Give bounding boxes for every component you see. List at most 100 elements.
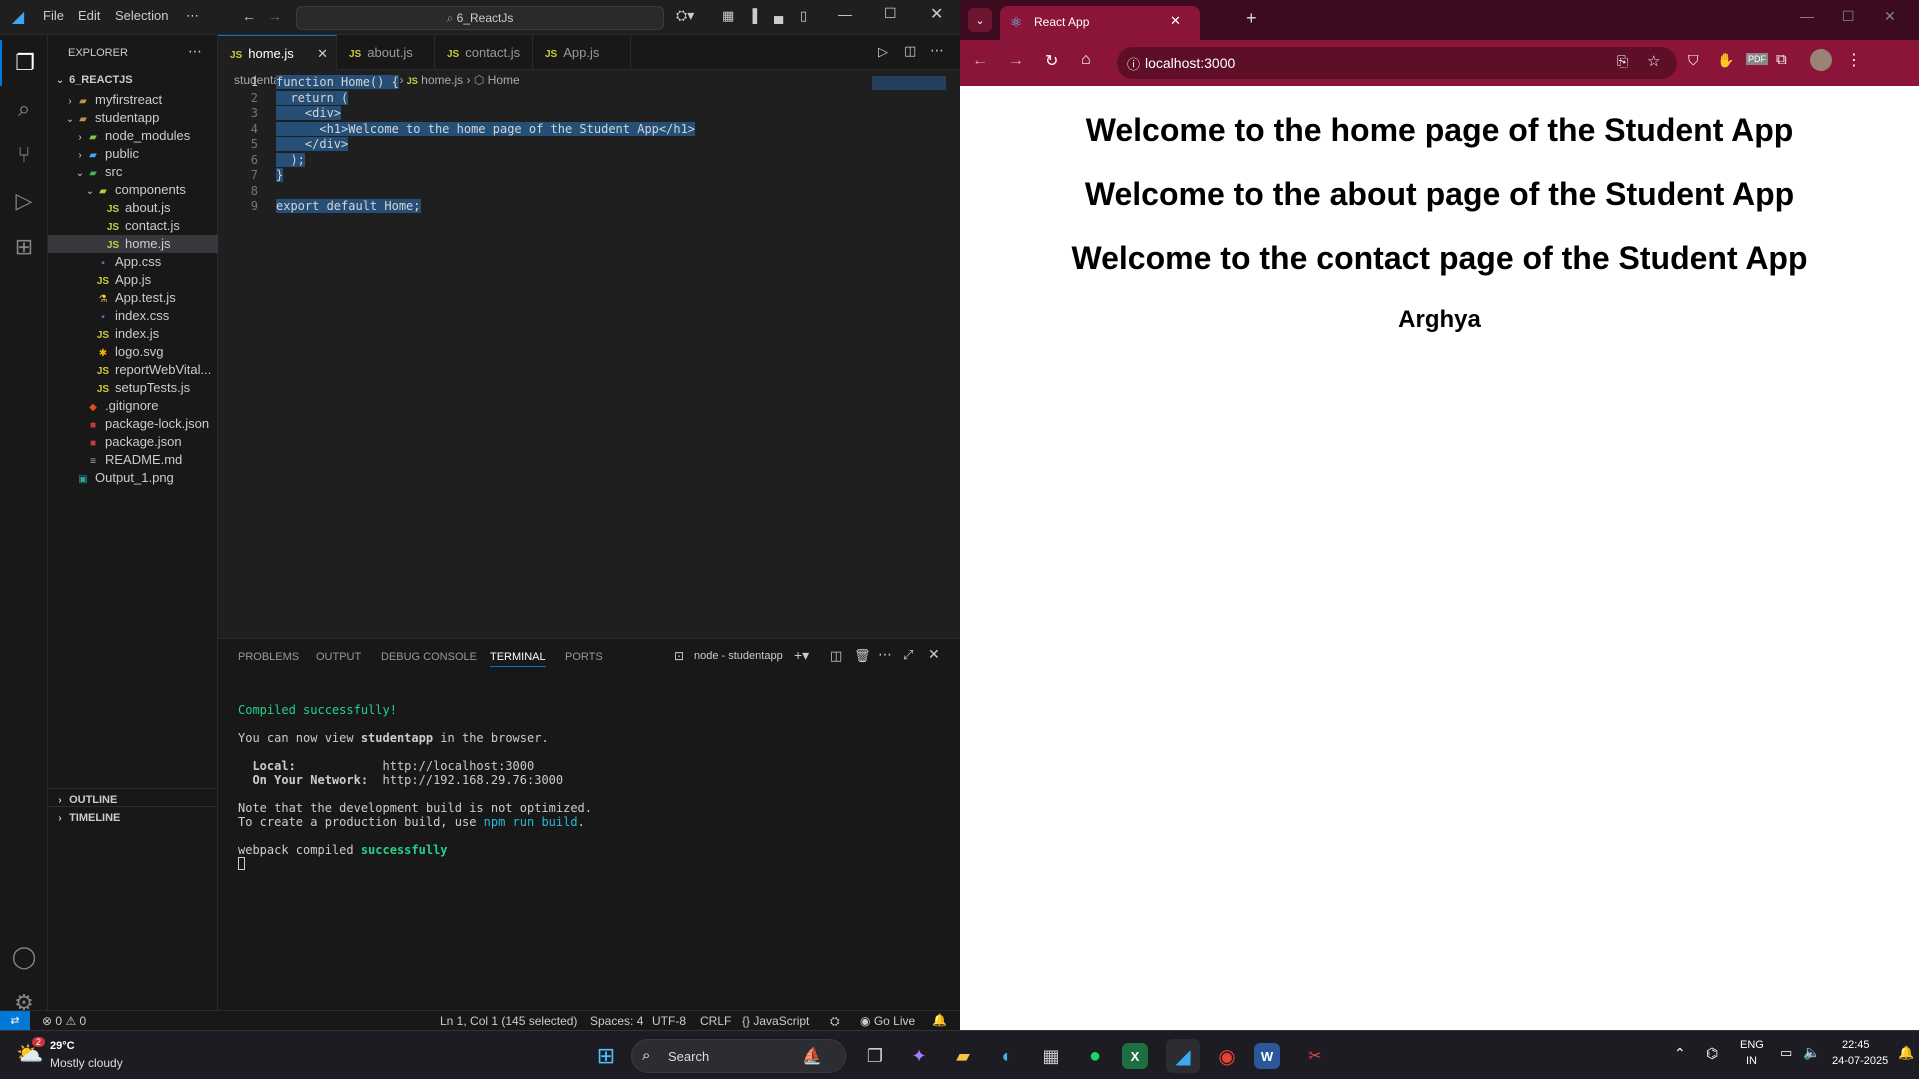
encoding[interactable]: UTF-8 [652,1014,686,1028]
split-editor-icon[interactable]: ◫ [904,43,916,59]
back-arrow-icon[interactable]: ← [972,52,988,70]
toggle-secondary-sidebar-icon[interactable]: ▯ [800,8,807,24]
explorer-more-icon[interactable]: ⋯ [188,43,202,60]
reload-icon[interactable]: ↻ [1045,51,1058,71]
minimap[interactable] [872,76,946,90]
panel-tab-terminal[interactable]: TERMINAL [490,651,546,667]
task-view-icon[interactable]: ❐ [858,1039,892,1073]
panel-tab-output[interactable]: OUTPUT [316,651,361,663]
spotify-icon[interactable]: ● [1078,1039,1112,1073]
copilot-icon[interactable]: ⛭▾ [676,7,694,24]
go-live[interactable]: ◉ Go Live [860,1014,915,1028]
site-info-icon[interactable]: ⓘ [1127,54,1140,73]
tree-item[interactable]: ⌄ ▰ studentapp [48,109,218,127]
excel-icon[interactable]: X [1122,1043,1148,1069]
menu-more[interactable]: ⋯ [186,8,199,24]
timeline-section[interactable]: › TIMELINE [48,806,218,828]
run-icon[interactable]: ▷ [878,44,888,60]
home-icon[interactable]: ⌂ [1081,51,1091,69]
profile-avatar[interactable] [1810,49,1832,71]
minimize-icon[interactable]: — [838,6,852,22]
tree-item[interactable]: ⌄ ▰ src [48,163,218,181]
pdf-extension-icon[interactable]: PDF [1746,53,1768,65]
maximize-panel-icon[interactable]: ⤢ [903,647,913,663]
project-root[interactable]: ⌄ 6_REACTJS [48,69,218,91]
shield-extension-icon[interactable]: ⛉ [1688,52,1699,69]
command-center[interactable]: ⌕ 6_ReactJs [296,6,664,30]
tree-item[interactable]: ▣ Output_1.png [48,469,218,487]
close-tab-icon[interactable]: ✕ [317,36,328,71]
clock-date[interactable]: 24-07-2025 [1832,1055,1888,1067]
forward-arrow-icon[interactable]: → [268,8,282,24]
close-tab-icon[interactable]: ✕ [1170,13,1181,29]
tree-item[interactable]: › ▰ node_modules [48,127,218,145]
install-app-icon[interactable]: ⎘ [1617,53,1628,70]
explorer-icon[interactable]: ❐ [0,40,48,86]
chrome-menu-icon[interactable]: ⋮ [1846,50,1862,70]
chrome-taskbar-icon[interactable]: ◉ [1210,1039,1244,1073]
tab-contact-js[interactable]: JS contact.js [435,35,533,70]
minimize-icon[interactable]: — [1800,8,1814,24]
tree-item[interactable]: ⌄ ▰ components [48,181,218,199]
tab-home-js[interactable]: JS home.js ✕ [218,35,337,70]
panel-tab-debug-console[interactable]: DEBUG CONSOLE [381,651,477,663]
show-hidden-icons-icon[interactable]: ⌃ [1674,1045,1686,1062]
tree-item[interactable]: JS App.js [48,271,218,289]
tree-item[interactable]: ▪ index.css [48,307,218,325]
line-ending[interactable]: CRLF [700,1014,731,1028]
terminal-output[interactable]: Compiled successfully! You can now view … [238,689,592,887]
terminal-name[interactable]: node - studentapp [694,650,783,662]
tree-item[interactable]: ■ package-lock.json [48,415,218,433]
tree-item[interactable]: › ▰ public [48,145,218,163]
toggle-sidebar-icon[interactable]: ▐ [748,8,757,23]
taskbar-search[interactable]: ⌕ Search ⛵ [631,1039,846,1073]
tab-about-js[interactable]: JS about.js [337,35,435,70]
copilot-status-icon[interactable]: ⛭ [830,1014,840,1029]
menu-selection[interactable]: Selection [115,8,168,23]
snipping-tool-icon[interactable]: ✂ [1298,1039,1332,1073]
back-arrow-icon[interactable]: ← [242,8,256,24]
customize-layout-icon[interactable]: ▦ [722,8,734,24]
network-icon[interactable]: ⌬ [1706,1045,1718,1062]
split-terminal-icon[interactable]: ◫ [830,648,842,664]
display-icon[interactable]: ▭ [1780,1045,1792,1061]
bookmark-star-icon[interactable]: ☆ [1647,52,1660,70]
panel-more-icon[interactable]: ⋯ [878,646,892,663]
search-view-icon[interactable]: ⌕ [0,86,48,132]
chrome-tab[interactable]: ⚛ React App ✕ [1000,6,1200,40]
tree-item[interactable]: JS about.js [48,199,218,217]
ms-store-icon[interactable]: ▦ [1034,1039,1068,1073]
tree-item[interactable]: › ▰ myfirstreact [48,91,218,109]
trash-icon[interactable]: 🗑 [854,648,871,664]
tree-item[interactable]: JS home.js [48,235,218,253]
maximize-icon[interactable]: ☐ [884,5,897,22]
edge-icon[interactable]: ◐ [990,1039,1024,1073]
hand-extension-icon[interactable]: ✋ [1717,52,1734,69]
editor-more-icon[interactable]: ⋯ [930,42,944,59]
word-icon[interactable]: W [1254,1043,1280,1069]
cursor-position[interactable]: Ln 1, Col 1 (145 selected) [440,1014,577,1028]
tree-item[interactable]: ◆ .gitignore [48,397,218,415]
tab-app-js[interactable]: JS App.js [533,35,631,70]
panel-tab-problems[interactable]: PROBLEMS [238,651,299,663]
notifications-icon[interactable]: 🔔 [1898,1045,1914,1061]
menu-file[interactable]: File [43,8,64,23]
tree-item[interactable]: JS index.js [48,325,218,343]
maximize-icon[interactable]: ☐ [1842,8,1855,25]
source-control-icon[interactable]: ⑂ [0,132,48,178]
tree-item[interactable]: ■ package.json [48,433,218,451]
tree-item[interactable]: ≡ README.md [48,451,218,469]
vscode-taskbar-icon[interactable]: ◢ [1166,1039,1200,1073]
panel-tab-ports[interactable]: PORTS [565,651,603,663]
tree-item[interactable]: JS setupTests.js [48,379,218,397]
remote-icon[interactable]: ⇄ [0,1011,30,1030]
indentation[interactable]: Spaces: 4 [590,1014,643,1028]
tab-search-icon[interactable]: ⌄ [968,8,992,32]
problems-status[interactable]: ⊗ 0 ⚠ 0 [42,1014,86,1028]
language-code[interactable]: ENG [1740,1039,1764,1051]
close-window-icon[interactable]: ✕ [1884,8,1896,25]
extensions-puzzle-icon[interactable]: ⧉ [1776,51,1787,68]
file-explorer-icon[interactable]: ▰ [946,1039,980,1073]
close-panel-icon[interactable]: ✕ [928,646,940,663]
address-bar[interactable]: ⓘ localhost:3000 ⎘ ☆ [1117,47,1677,79]
